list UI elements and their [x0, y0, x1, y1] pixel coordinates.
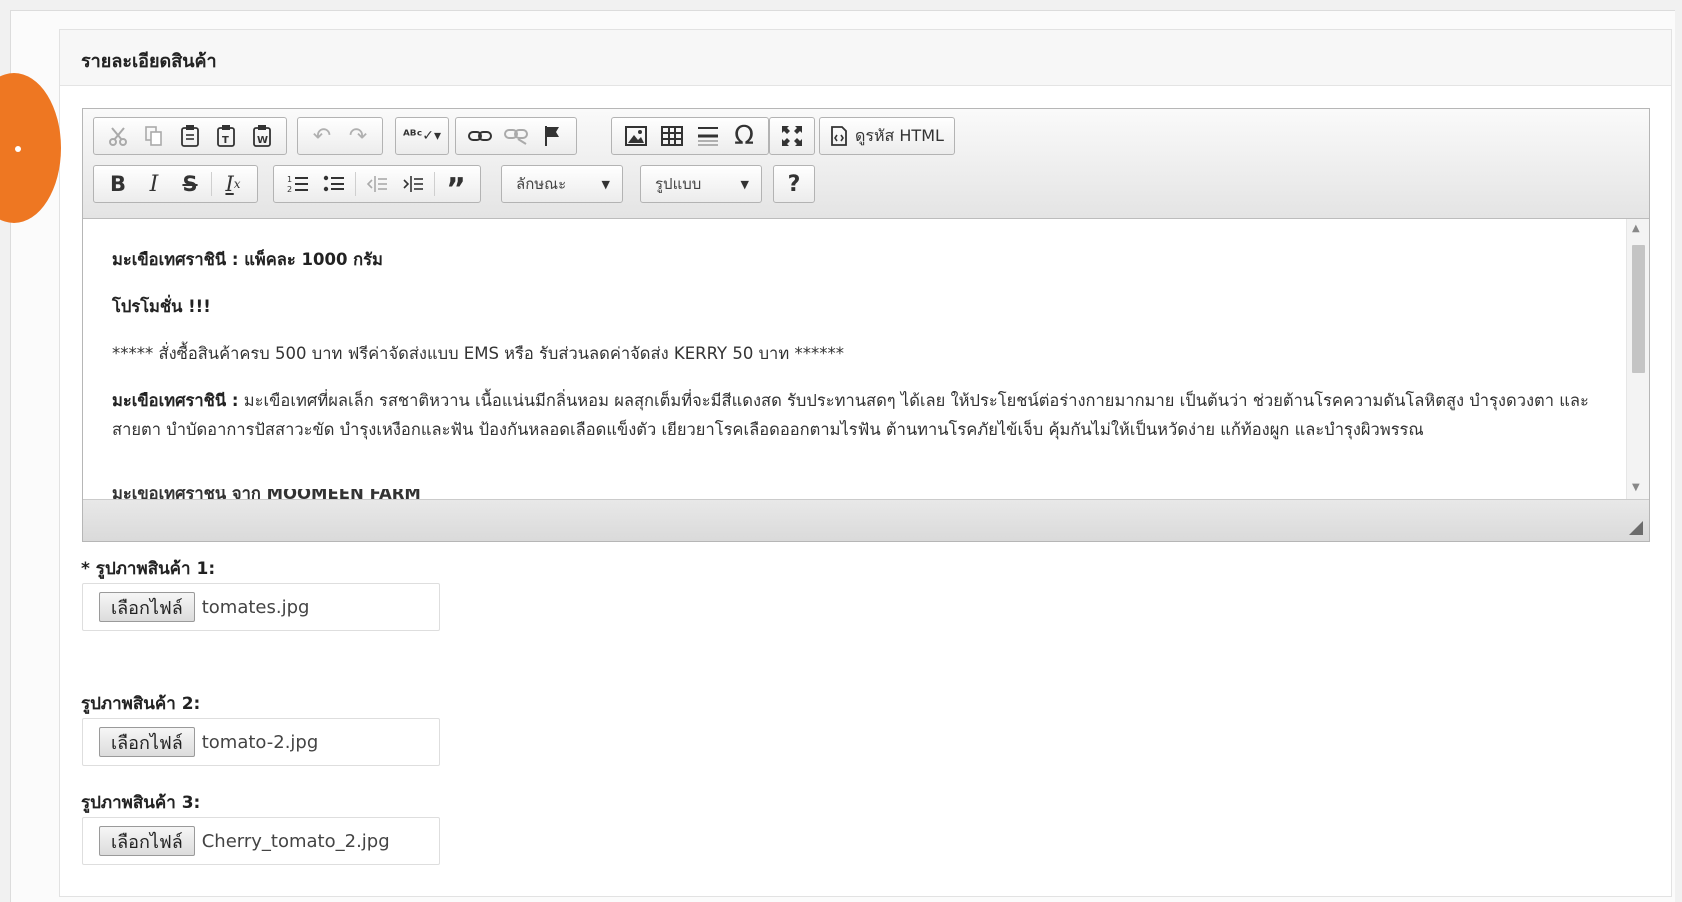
help-group: ? [773, 165, 815, 203]
format-combo[interactable]: รูปแบบ ▼ [640, 165, 762, 203]
format-combo-value: รูปแบบ [655, 175, 702, 193]
numbered-list-icon[interactable]: 12 [280, 168, 316, 200]
paste-text-icon[interactable]: T [208, 120, 244, 152]
basic-styles-group: B I S Ix [93, 165, 258, 203]
panel-title: รายละเอียดสินค้า [60, 30, 1671, 86]
editor-statusbar [83, 499, 1649, 541]
svg-text:W: W [257, 135, 268, 146]
chevron-down-icon: ▼ [601, 177, 610, 191]
image-icon[interactable] [618, 120, 654, 152]
insert-group: Ω [611, 117, 769, 155]
scroll-down-icon[interactable]: ▼ [1632, 482, 1640, 493]
editor-content-area[interactable]: มะเขือเทศราชินี : แพ็คละ 1000 กรัม โปรโม… [83, 219, 1649, 499]
content-heading: มะเขือเทศราชินี : แพ็คละ 1000 กรัม [112, 250, 383, 269]
content-partial-line: มะเขือเทศราชินี จาก MOOMEEN FARM [112, 489, 421, 499]
lists-group: 12 ” [273, 165, 481, 207]
source-group: ดูรหัส HTML [819, 117, 955, 155]
cut-icon[interactable] [100, 120, 136, 152]
italic-icon[interactable]: I [136, 168, 172, 200]
content-promo-title: โปรโมชั่น !!! [112, 297, 211, 316]
content-description-label: มะเขือเทศราชินี : [112, 391, 239, 410]
page-container: รายละเอียดสินค้า T W ↶ ↷ ᴬᴮᶜ✓▾ Ω ดูรหัส … [0, 10, 1675, 902]
scroll-up-icon[interactable]: ▲ [1632, 223, 1640, 234]
chevron-down-icon: ▼ [740, 177, 749, 191]
link-icon[interactable] [462, 120, 498, 152]
image-3-label: รูปภาพสินค้า 3: [81, 793, 201, 813]
product-details-panel: รายละเอียดสินค้า T W ↶ ↷ ᴬᴮᶜ✓▾ Ω ดูรหัส … [59, 29, 1672, 897]
strike-icon[interactable]: S [172, 168, 208, 200]
image-2-file-input[interactable]: เลือกไฟล์ tomato-2.jpg [82, 718, 440, 766]
links-group [455, 117, 577, 155]
table-icon[interactable] [654, 120, 690, 152]
redo-icon[interactable]: ↷ [340, 120, 376, 152]
source-button-label: ดูรหัส HTML [855, 125, 944, 145]
resize-handle-icon[interactable] [1629, 521, 1643, 535]
content-cut-line: มะเขือเทศราชินี จาก MOOMEEN FARM [112, 489, 1562, 499]
image-3-choose-file-button[interactable]: เลือกไฟล์ [99, 826, 195, 856]
remove-format-icon[interactable]: Ix [215, 168, 251, 200]
image-3-filename: Cherry_tomato_2.jpg [201, 830, 390, 852]
bulleted-list-icon[interactable] [316, 168, 352, 200]
spellcheck-group: ᴬᴮᶜ✓▾ [395, 117, 449, 155]
spellcheck-icon[interactable]: ᴬᴮᶜ✓▾ [400, 120, 444, 152]
maximize-icon[interactable] [774, 120, 810, 152]
source-button[interactable]: ดูรหัส HTML [824, 120, 950, 152]
horizontal-rule-icon[interactable] [690, 120, 726, 152]
help-button[interactable]: ? [776, 168, 812, 200]
blockquote-icon[interactable]: ” [438, 168, 474, 207]
unlink-icon[interactable] [498, 120, 534, 152]
indent-icon[interactable] [395, 168, 431, 200]
undo-icon[interactable]: ↶ [304, 120, 340, 152]
image-1-choose-file-button[interactable]: เลือกไฟล์ [99, 592, 195, 622]
image-3-file-input[interactable]: เลือกไฟล์ Cherry_tomato_2.jpg [82, 817, 440, 865]
scrollbar-thumb[interactable] [1632, 245, 1645, 373]
image-2-label: รูปภาพสินค้า 2: [81, 694, 201, 714]
history-group: ↶ ↷ [297, 117, 383, 155]
image-2-filename: tomato-2.jpg [201, 731, 319, 753]
style-combo[interactable]: ลักษณะ ▼ [501, 165, 623, 203]
rich-text-editor: T W ↶ ↷ ᴬᴮᶜ✓▾ Ω ดูรหัส HTML B I S I x 1 … [82, 108, 1650, 542]
image-2-choose-file-button[interactable]: เลือกไฟล์ [99, 727, 195, 757]
editor-scrollbar[interactable]: ▲ ▼ [1626, 219, 1649, 499]
content-description: มะเขือเทศราชินี : มะเขือเทศที่ผลเล็ก รสช… [112, 386, 1596, 444]
outdent-icon[interactable] [359, 168, 395, 200]
bold-icon[interactable]: B [100, 168, 136, 200]
style-combo-value: ลักษณะ [516, 175, 567, 193]
image-1-file-input[interactable]: เลือกไฟล์ tomates.jpg [82, 583, 440, 631]
editor-toolbar: T W ↶ ↷ ᴬᴮᶜ✓▾ Ω ดูรหัส HTML B I S I x 1 … [83, 109, 1649, 219]
orange-step-badge [0, 73, 61, 223]
copy-icon[interactable] [136, 120, 172, 152]
paste-word-icon[interactable]: W [244, 120, 280, 152]
clipboard-group: T W [93, 117, 287, 155]
svg-text:1: 1 [287, 175, 292, 184]
content-description-text: มะเขือเทศที่ผลเล็ก รสชาติหวาน เนื้อแน่นม… [112, 391, 1589, 439]
maximize-group [769, 117, 815, 155]
paste-icon[interactable] [172, 120, 208, 152]
svg-text:T: T [222, 135, 229, 146]
image-1-filename: tomates.jpg [201, 596, 310, 618]
anchor-flag-icon[interactable] [534, 120, 570, 152]
source-icon [831, 126, 847, 146]
content-promo-text: ***** สั่งซื้อสินค้าครบ 500 บาท ฟรีค่าจั… [112, 344, 844, 363]
editor-content[interactable]: มะเขือเทศราชินี : แพ็คละ 1000 กรัม โปรโม… [83, 219, 1626, 499]
image-1-label: * รูปภาพสินค้า 1: [81, 559, 216, 579]
special-char-icon[interactable]: Ω [726, 120, 762, 152]
svg-text:2: 2 [287, 185, 292, 194]
